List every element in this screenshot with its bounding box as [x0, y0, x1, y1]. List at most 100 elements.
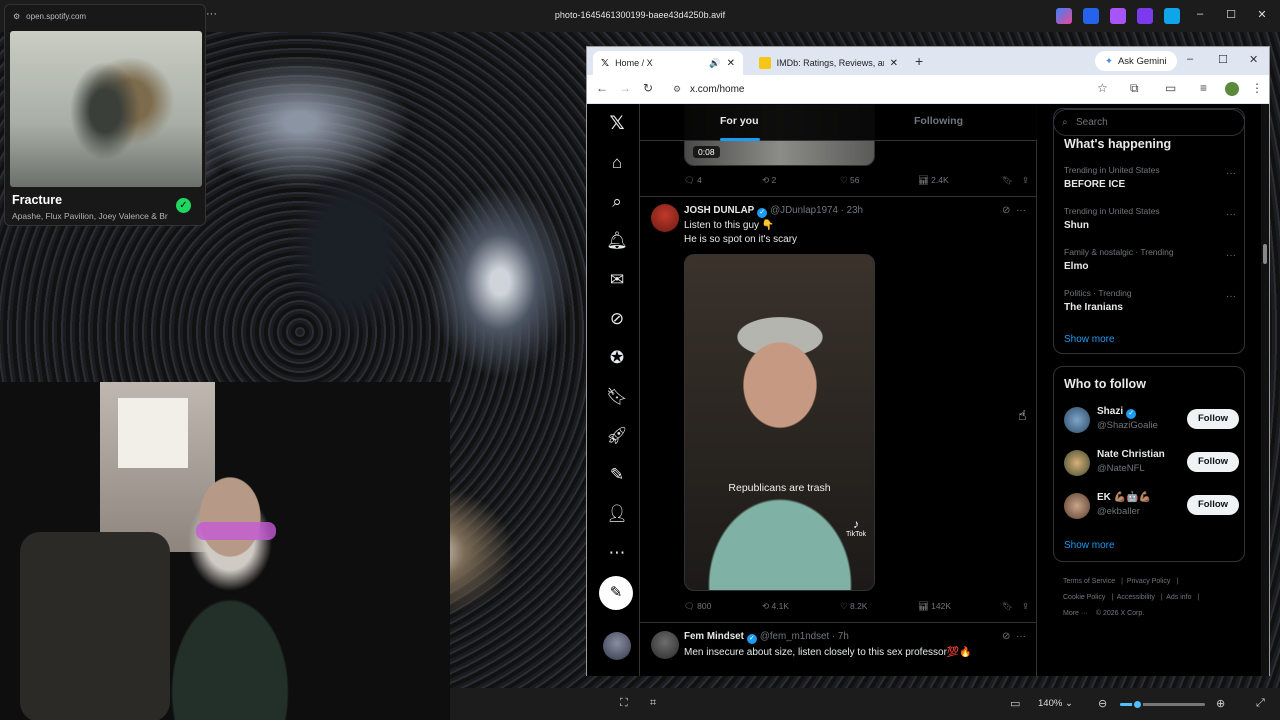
page-scrollbar[interactable]: [1261, 104, 1269, 676]
chrome-maximize-button[interactable]: ☐: [1218, 53, 1228, 66]
account-avatar[interactable]: [603, 632, 631, 660]
suggestion-name[interactable]: Shazi ✓: [1097, 406, 1139, 419]
forward-icon[interactable]: →: [619, 81, 631, 95]
like-action[interactable]: ♡ 56: [840, 175, 859, 186]
scrollbar-thumb[interactable]: [1263, 244, 1267, 264]
profile-avatar[interactable]: [1225, 82, 1239, 96]
zoom-dropdown[interactable]: 140% ⌄: [1038, 698, 1073, 709]
follow-button[interactable]: Follow: [1187, 409, 1239, 429]
new-tab-button[interactable]: +: [915, 53, 923, 69]
follow-suggestion[interactable]: Shazi ✓ @ShaziGoalie Follow: [1064, 405, 1239, 437]
post-button[interactable]: ✎: [599, 576, 633, 610]
trend-item[interactable]: Family & nostalgic · Trending Elmo: [1064, 247, 1234, 272]
liked-check-icon[interactable]: ✓: [176, 198, 191, 213]
home-icon[interactable]: ⌂: [606, 152, 628, 174]
views-action[interactable]: 📊︎ 2.4K: [918, 175, 949, 186]
trend-item[interactable]: Politics · Trending The Iranians: [1064, 288, 1234, 313]
trend-more-icon[interactable]: ···: [1226, 168, 1236, 179]
close-button[interactable]: ✕: [1253, 8, 1271, 21]
footer-link[interactable]: Terms of Service: [1063, 578, 1115, 585]
app-icon-sky[interactable]: [1164, 8, 1180, 24]
zoom-slider[interactable]: [1120, 699, 1205, 710]
messages-mail-icon[interactable]: ✉: [606, 269, 628, 291]
trend-more-icon[interactable]: ···: [1226, 250, 1236, 261]
tab-close-icon[interactable]: ✕: [727, 58, 735, 69]
share-action-icon[interactable]: ⇪: [1022, 601, 1029, 612]
reply-action[interactable]: 🗨︎ 4: [684, 175, 702, 186]
grok-icon[interactable]: ⊘: [606, 308, 628, 330]
text-select-icon[interactable]: ⌗: [650, 697, 656, 710]
views-action[interactable]: 📊︎ 142K: [918, 601, 951, 612]
trends-show-more-link[interactable]: Show more: [1064, 334, 1115, 345]
app-icon-blue[interactable]: [1083, 8, 1099, 24]
copilot-icon[interactable]: [1056, 8, 1072, 24]
bookmarks-icon[interactable]: 🔖︎: [606, 386, 628, 408]
trend-item[interactable]: Trending in United States Shun: [1064, 206, 1234, 231]
media-icon[interactable]: ≡: [1200, 81, 1207, 95]
site-info-icon[interactable]: ⚙: [673, 80, 681, 99]
footer-link[interactable]: Ads info: [1166, 594, 1191, 601]
profile-person-icon[interactable]: 👤︎: [606, 503, 628, 525]
follow-button[interactable]: Follow: [1187, 452, 1239, 472]
maximize-button[interactable]: ☐: [1222, 8, 1240, 21]
footer-link[interactable]: Accessibility: [1117, 594, 1155, 601]
x-logo-icon[interactable]: 𝕏: [606, 113, 628, 135]
grok-explain-icon[interactable]: ⊘: [1002, 205, 1010, 216]
reply-action[interactable]: 🗨︎ 800: [684, 601, 711, 612]
tab-imdb[interactable]: IMDb: Ratings, Reviews, and W ✕: [751, 51, 906, 75]
notifications-bell-icon[interactable]: 🔔︎: [606, 230, 628, 252]
footer-link[interactable]: Privacy Policy: [1127, 578, 1171, 585]
more-options-icon[interactable]: ···: [1016, 631, 1026, 642]
jobs-rocket-icon[interactable]: 🚀︎: [606, 425, 628, 447]
suggestion-name[interactable]: Nate Christian: [1097, 449, 1165, 460]
more-icon[interactable]: ···: [206, 8, 217, 20]
more-circle-icon[interactable]: ⋯: [606, 542, 628, 564]
spotify-miniplayer[interactable]: ⚙ open.spotify.com Fracture Apashe, Flux…: [4, 4, 206, 226]
back-icon[interactable]: ←: [596, 81, 608, 95]
url-field[interactable]: ⚙ x.com/home: [667, 80, 1147, 99]
chrome-minimize-button[interactable]: –: [1187, 53, 1193, 65]
more-options-icon[interactable]: ···: [1016, 205, 1026, 216]
tab-for-you[interactable]: For you: [720, 115, 759, 127]
trend-more-icon[interactable]: ···: [1226, 291, 1236, 302]
footer-link[interactable]: Cookie Policy: [1063, 594, 1105, 601]
search-input[interactable]: ⌕ Search: [1053, 109, 1245, 136]
tab-following[interactable]: Following: [914, 115, 963, 127]
like-action[interactable]: ♡ 8.2K: [840, 601, 867, 612]
extensions-icon[interactable]: ⧉: [1130, 81, 1139, 96]
author-handle[interactable]: @JDunlap1974 · 23h: [770, 205, 863, 216]
follow-button[interactable]: Follow: [1187, 495, 1239, 515]
app-icon-purple[interactable]: [1110, 8, 1126, 24]
suggestion-avatar[interactable]: [1064, 493, 1090, 519]
ask-gemini-button[interactable]: ✦ Ask Gemini: [1095, 51, 1177, 71]
trend-more-icon[interactable]: ···: [1226, 209, 1236, 220]
explore-search-icon[interactable]: ⌕: [606, 191, 628, 213]
repost-action[interactable]: ⟲ 4.1K: [762, 601, 789, 612]
bookmark-action-icon[interactable]: 🔖︎: [1002, 601, 1013, 612]
tweet-avatar[interactable]: [651, 631, 679, 659]
verified-orgs-icon[interactable]: ✪: [606, 347, 628, 369]
bookmark-action-icon[interactable]: 🔖︎: [1002, 175, 1013, 186]
minimize-button[interactable]: –: [1191, 8, 1209, 20]
fullscreen-icon[interactable]: ⤢: [1256, 697, 1265, 710]
cast-icon[interactable]: ▭: [1165, 81, 1176, 95]
trend-item[interactable]: Trending in United States BEFORE ICE: [1064, 165, 1234, 190]
follow-suggestion[interactable]: EK 💪🏽🤖💪🏽 @ekballer Follow: [1064, 491, 1239, 523]
tweet-avatar[interactable]: [651, 204, 679, 232]
reload-icon[interactable]: ↻: [643, 81, 653, 95]
share-action-icon[interactable]: ⇪: [1022, 175, 1029, 186]
bookmark-star-icon[interactable]: ☆: [1097, 81, 1108, 95]
suggestion-name[interactable]: EK 💪🏽🤖💪🏽: [1097, 492, 1151, 503]
audio-icon[interactable]: 🔊: [709, 58, 720, 69]
zoom-out-icon[interactable]: ⊖: [1098, 697, 1107, 710]
chrome-close-button[interactable]: ✕: [1249, 53, 1258, 66]
follow-show-more-link[interactable]: Show more: [1064, 540, 1115, 551]
chrome-menu-icon[interactable]: ⋮: [1251, 81, 1263, 95]
fit-window-icon[interactable]: ▭: [1010, 697, 1020, 710]
follow-suggestion[interactable]: Nate Christian @NateNFL Follow: [1064, 448, 1239, 480]
author-name[interactable]: Fem Mindset: [684, 631, 744, 642]
suggestion-avatar[interactable]: [1064, 407, 1090, 433]
zoom-slider-knob[interactable]: [1132, 699, 1143, 710]
suggestion-avatar[interactable]: [1064, 450, 1090, 476]
tab-x-home[interactable]: 𝕏 Home / X 🔊 ✕: [593, 51, 743, 75]
